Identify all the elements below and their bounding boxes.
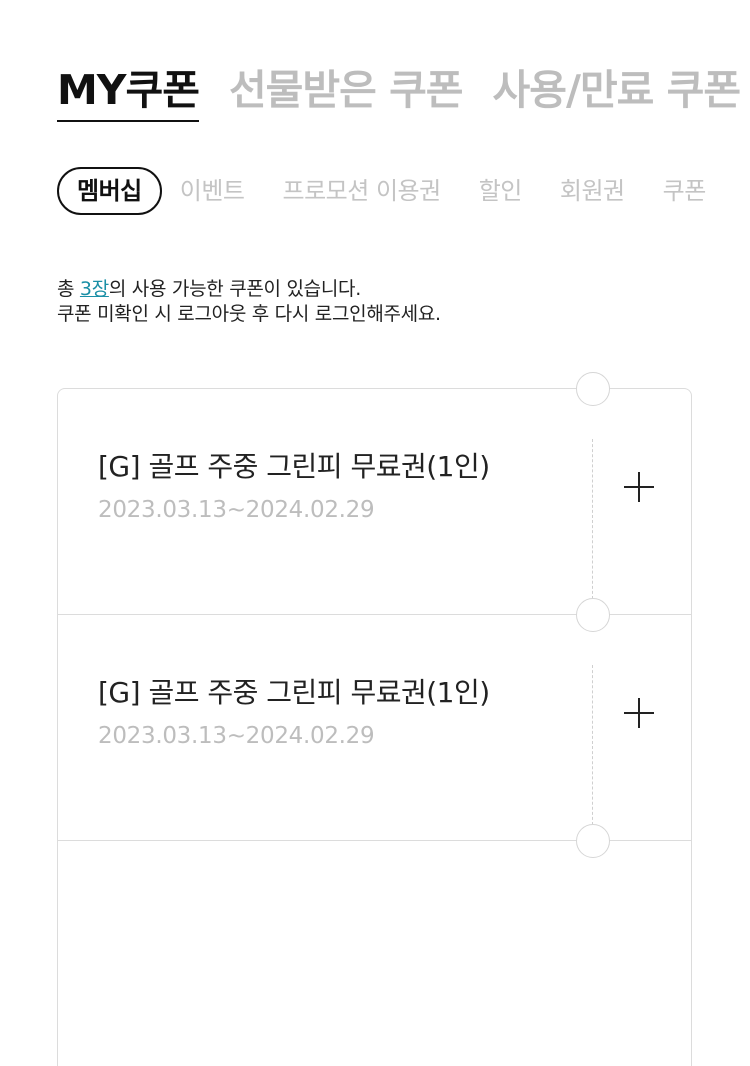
category-tab-membership-pass[interactable]: 회원권 <box>560 169 625 213</box>
category-tab-membership[interactable]: 멤버십 <box>57 167 162 215</box>
ticket-notch <box>576 598 610 632</box>
category-tabs: 멤버십 이벤트 프로모션 이용권 할인 회원권 쿠폰 <box>57 167 750 215</box>
plus-icon[interactable] <box>624 698 654 728</box>
ticket-notch <box>576 824 610 858</box>
tab-gifted-coupons[interactable]: 선물받은 쿠폰 <box>229 56 464 122</box>
tab-my-coupons[interactable]: MY쿠폰 <box>57 56 200 122</box>
coupon-count-link[interactable]: 3장 <box>80 278 109 300</box>
category-tab-event[interactable]: 이벤트 <box>180 169 245 213</box>
coupon-card[interactable]: [G] 골프 주중 그린피 무료권(1인) 2023.03.13~2024.02… <box>57 598 692 840</box>
category-tab-discount[interactable]: 할인 <box>479 169 523 213</box>
ticket-perforation <box>592 665 593 825</box>
coupon-card[interactable]: [G] 골프 주중 그린피 무료권(1인) 2023.03.13~2024.02… <box>57 372 692 614</box>
coupon-title: [G] 골프 주중 그린피 무료권(1인) <box>98 676 490 709</box>
coupon-validity-period: 2023.03.13~2024.02.29 <box>98 497 375 523</box>
summary-line-1: 총 3장의 사용 가능한 쿠폰이 있습니다. <box>57 277 441 302</box>
coupon-card[interactable] <box>57 824 692 1066</box>
category-tab-promotion-voucher[interactable]: 프로모션 이용권 <box>283 169 442 213</box>
coupon-list: [G] 골프 주중 그린피 무료권(1인) 2023.03.13~2024.02… <box>57 372 692 1066</box>
main-tabs: MY쿠폰 선물받은 쿠폰 사용/만료 쿠폰 <box>57 56 750 122</box>
ticket-notch <box>576 372 610 406</box>
coupon-validity-period: 2023.03.13~2024.02.29 <box>98 723 375 749</box>
summary-line-2: 쿠폰 미확인 시 로그아웃 후 다시 로그인해주세요. <box>57 303 441 325</box>
summary-prefix: 총 <box>57 278 80 300</box>
coupon-summary: 총 3장의 사용 가능한 쿠폰이 있습니다. 쿠폰 미확인 시 로그아웃 후 다… <box>57 277 441 327</box>
coupon-title: [G] 골프 주중 그린피 무료권(1인) <box>98 450 490 483</box>
ticket-perforation <box>592 439 593 599</box>
plus-icon[interactable] <box>624 472 654 502</box>
tab-used-expired-coupons[interactable]: 사용/만료 쿠폰 <box>493 56 742 122</box>
summary-suffix: 의 사용 가능한 쿠폰이 있습니다. <box>108 278 361 300</box>
category-tab-coupon[interactable]: 쿠폰 <box>663 169 707 213</box>
